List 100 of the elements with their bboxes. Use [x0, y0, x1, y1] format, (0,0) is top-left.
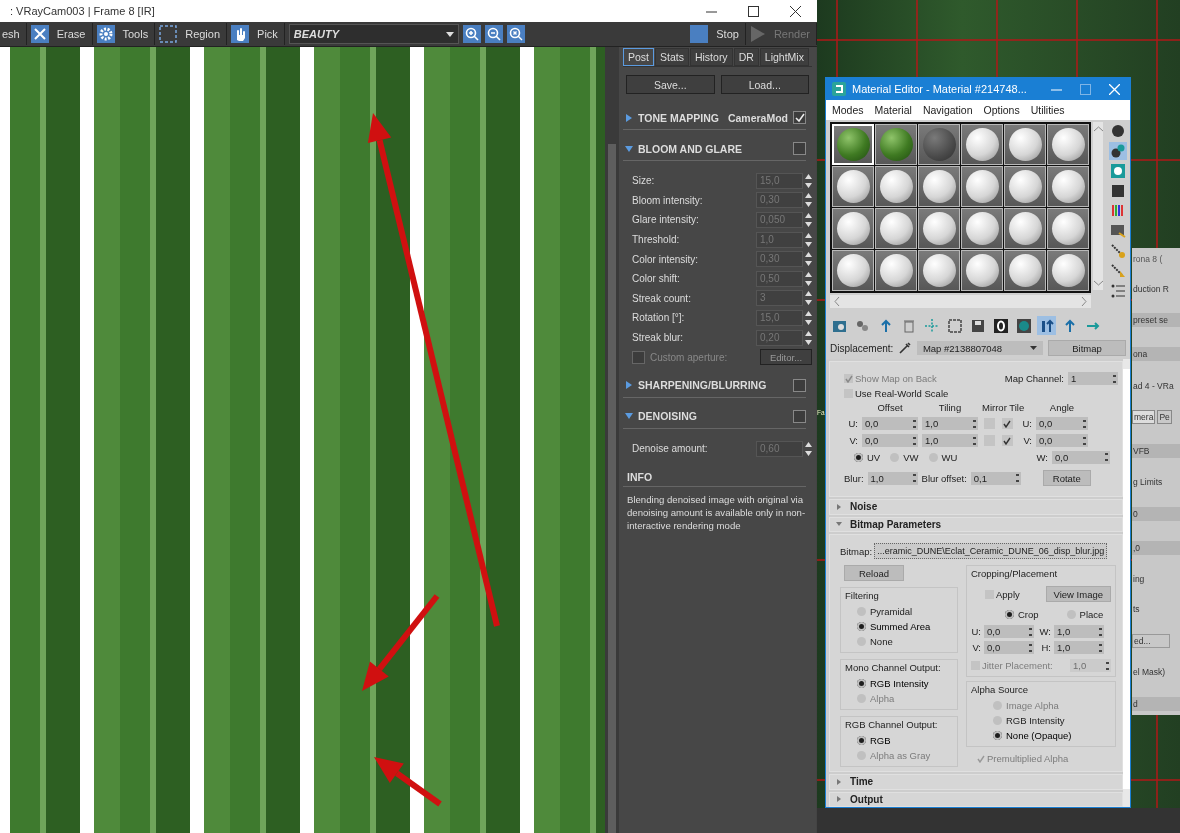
map-type-button[interactable]: Bitmap [1048, 340, 1126, 356]
checkbox[interactable] [1001, 435, 1013, 446]
radio-button[interactable]: None [845, 634, 953, 648]
spinner-icon[interactable] [805, 172, 812, 189]
screen-icon[interactable] [1109, 222, 1127, 240]
toolbar-button[interactable]: Region [157, 23, 228, 45]
chevron-left-icon[interactable] [834, 297, 840, 306]
spinner-icon[interactable] [805, 212, 812, 228]
material-slot[interactable] [1004, 124, 1046, 165]
stop-button[interactable]: Stop [688, 23, 746, 45]
material-slot[interactable] [1047, 250, 1089, 291]
number-field[interactable]: 0,0 [1052, 450, 1110, 464]
spinner-icon[interactable] [805, 251, 812, 268]
material-slot[interactable] [918, 250, 960, 291]
number-field[interactable]: 0,0 [984, 641, 1034, 654]
number-field[interactable]: 1,0 [922, 434, 978, 447]
tab[interactable]: LightMix [759, 48, 809, 66]
radio-button[interactable]: WU [928, 450, 958, 464]
input-field[interactable]: 0 [1132, 507, 1180, 522]
chevron-right-icon[interactable] [1081, 297, 1087, 306]
scrollbar[interactable] [605, 47, 619, 833]
checker-icon[interactable] [1109, 162, 1127, 180]
material-slot[interactable] [1004, 250, 1046, 291]
tab[interactable]: DR [733, 48, 759, 66]
number-field[interactable]: 1,0 [922, 417, 978, 430]
material-slot[interactable] [1004, 166, 1046, 207]
number-field[interactable]: 0,0 [1036, 417, 1088, 430]
input-field[interactable]: ,0 [1132, 540, 1180, 555]
material-slot[interactable] [875, 166, 917, 207]
spinner-icon[interactable] [805, 290, 812, 307]
ring-icon[interactable] [991, 316, 1010, 335]
radio-button[interactable]: Summed Area [845, 619, 953, 633]
material-slot[interactable] [1047, 124, 1089, 165]
input-field[interactable]: d [1132, 696, 1180, 711]
triangle-icon[interactable] [625, 144, 633, 153]
eyedropper-icon[interactable] [898, 341, 912, 355]
tab[interactable]: mera [1132, 410, 1156, 425]
zoom-reset-icon[interactable] [506, 25, 525, 43]
radio-button[interactable]: None (Opaque) [971, 728, 1111, 742]
material-slot[interactable] [961, 166, 1003, 207]
scrollbar[interactable] [1123, 359, 1130, 807]
rollout-header[interactable]: Bitmap Parameters [829, 516, 1123, 532]
triangle-icon[interactable] [625, 381, 633, 390]
rollout-header[interactable]: Output [829, 791, 1123, 807]
checkbox[interactable]: Apply [985, 588, 1020, 600]
material-slot[interactable] [961, 250, 1003, 291]
view-image-button[interactable]: View Image [1045, 586, 1111, 602]
toolbar-button[interactable]: Pick [229, 23, 285, 45]
map-dropdown[interactable]: Map #2138807048 [916, 341, 1044, 355]
wand-icon[interactable] [1109, 242, 1127, 260]
rollout-header[interactable]: Noise [829, 499, 1123, 515]
menu-item[interactable]: Utilities [1030, 104, 1065, 116]
radio-button[interactable]: UV [854, 450, 881, 464]
number-field[interactable]: 1,0 [1054, 641, 1104, 654]
material-slot[interactable] [961, 124, 1003, 165]
tab[interactable]: Pe [1157, 410, 1172, 425]
radio-button[interactable]: Pyramidal [845, 604, 953, 618]
channel-dropdown[interactable]: BEAUTY [288, 24, 459, 44]
rotate-button[interactable]: Rotate [1042, 470, 1091, 486]
number-field[interactable]: 0,1 [970, 471, 1021, 485]
window-button[interactable]: ed... [1132, 633, 1170, 648]
chevron-up-icon[interactable] [1093, 126, 1103, 132]
close-icon[interactable] [790, 5, 801, 17]
radio-button[interactable]: RGB Intensity [845, 676, 953, 690]
radio-button[interactable]: RGB [845, 733, 953, 747]
checkbox[interactable] [793, 409, 806, 423]
sphere-icon[interactable] [1109, 122, 1127, 140]
bars-icon[interactable] [1037, 316, 1056, 335]
number-field[interactable]: 1,0 [867, 471, 918, 485]
reload-button[interactable]: Reload [844, 565, 904, 581]
radio-button[interactable]: RGB Intensity [971, 713, 1111, 727]
material-slot[interactable] [875, 208, 917, 249]
number-field[interactable]: 0,0 [1036, 434, 1088, 447]
menu-item[interactable]: Material [874, 104, 912, 116]
panel-button[interactable]: Save... [626, 75, 715, 94]
tab[interactable]: History [689, 48, 733, 66]
material-slot[interactable] [832, 208, 874, 249]
number-field[interactable]: 0,0 [862, 434, 918, 447]
scrollbar[interactable] [1093, 122, 1103, 290]
toolbar-button[interactable]: Tools [94, 23, 156, 45]
material-slot[interactable] [918, 124, 960, 165]
tab[interactable]: Stats [655, 48, 689, 66]
radio-button[interactable]: Crop [993, 607, 1039, 621]
spinner-icon[interactable] [805, 192, 812, 209]
editor-button[interactable]: Editor... [760, 349, 812, 366]
square-icon[interactable] [1109, 182, 1127, 200]
material-slot[interactable] [961, 208, 1003, 249]
spheres-icon[interactable] [1109, 142, 1127, 160]
material-slot[interactable] [875, 124, 917, 165]
toolbar-button[interactable]: esh [0, 23, 27, 45]
material-slot[interactable] [832, 166, 874, 207]
checkbox[interactable] [793, 378, 806, 392]
spinner-icon[interactable] [805, 309, 812, 326]
checkbox[interactable] [793, 111, 806, 124]
number-field[interactable]: 1,0 [1054, 625, 1104, 638]
menu-item[interactable]: Navigation [922, 104, 973, 116]
checkbox[interactable] [793, 142, 806, 155]
zoom-out-icon[interactable] [484, 25, 503, 43]
input-field[interactable]: ona [1132, 346, 1180, 361]
material-slot[interactable] [918, 166, 960, 207]
